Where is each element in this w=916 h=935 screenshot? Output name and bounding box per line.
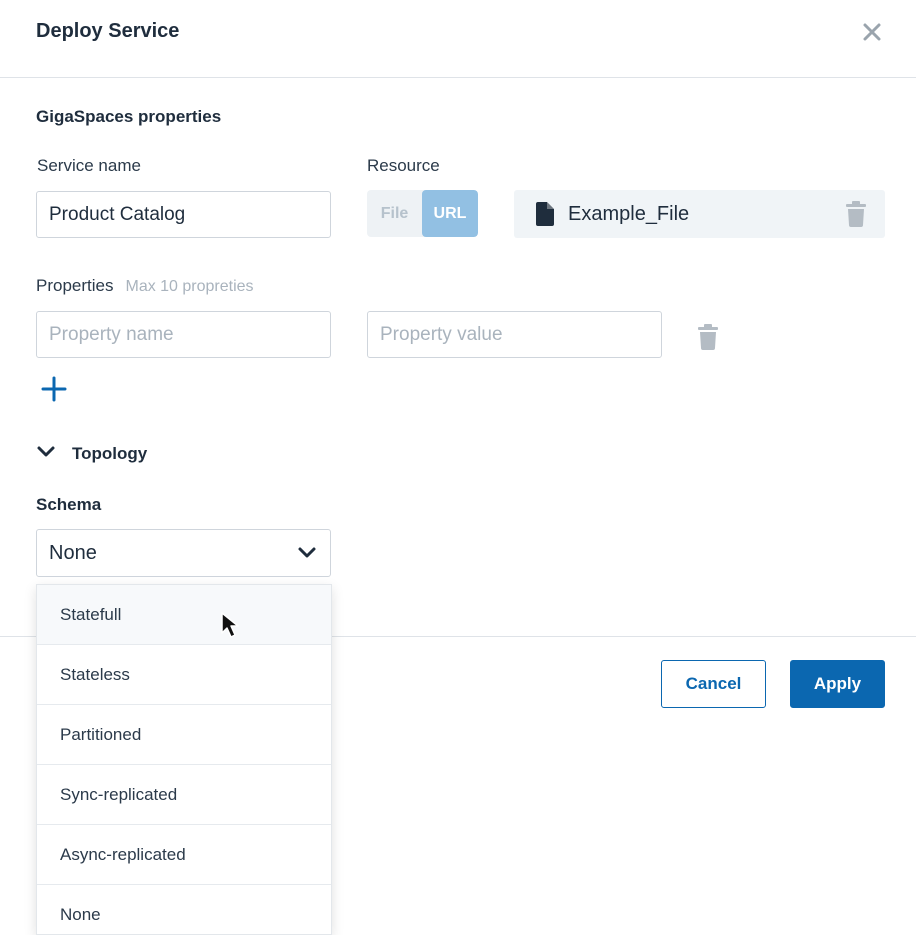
dialog-header: Deploy Service — [0, 0, 916, 78]
apply-button[interactable]: Apply — [790, 660, 885, 708]
chevron-down-icon — [297, 546, 317, 565]
toggle-url[interactable]: URL — [422, 190, 478, 237]
schema-option-partitioned[interactable]: Partitioned — [37, 705, 331, 765]
property-name-input[interactable] — [36, 311, 331, 358]
mouse-pointer-icon — [220, 611, 248, 646]
chevron-down-icon — [36, 445, 56, 464]
file-name: Example_File — [568, 203, 690, 225]
toggle-file[interactable]: File — [367, 190, 422, 237]
plus-icon[interactable] — [40, 375, 68, 403]
dialog-title: Deploy Service — [36, 20, 180, 42]
schema-select[interactable]: None — [36, 529, 331, 577]
resource-toggle: File URL — [367, 190, 478, 237]
resource-label: Resource — [367, 156, 440, 175]
close-icon[interactable] — [858, 18, 886, 46]
file-chip: Example_File — [514, 190, 885, 238]
properties-hint: Max 10 propreties — [125, 278, 254, 295]
topology-toggle[interactable]: Topology — [36, 444, 147, 464]
schema-option-sync-replicated[interactable]: Sync-replicated — [37, 765, 331, 825]
schema-option-stateless[interactable]: Stateless — [37, 645, 331, 705]
trash-icon[interactable] — [846, 201, 866, 232]
schema-option-async-replicated[interactable]: Async-replicated — [37, 825, 331, 885]
deploy-service-dialog: Deploy Service GigaSpaces properties Ser… — [0, 0, 916, 935]
schema-option-statefull[interactable]: Statefull — [37, 585, 331, 645]
service-name-input[interactable] — [36, 191, 331, 238]
cancel-button[interactable]: Cancel — [661, 660, 766, 708]
properties-label: Properties Max 10 propreties — [36, 276, 254, 296]
section-title: GigaSpaces properties — [36, 107, 222, 126]
schema-selected-value: None — [49, 542, 97, 564]
trash-icon[interactable] — [698, 324, 718, 355]
file-icon — [536, 202, 554, 231]
schema-dropdown-menu: Statefull Stateless Partitioned Sync-rep… — [36, 584, 332, 935]
schema-label: Schema — [36, 495, 102, 514]
schema-option-none[interactable]: None — [37, 885, 331, 934]
property-value-input[interactable] — [367, 311, 662, 358]
properties-title: Properties — [36, 276, 114, 295]
topology-label: Topology — [72, 444, 148, 463]
service-name-label: Service name — [37, 156, 141, 175]
